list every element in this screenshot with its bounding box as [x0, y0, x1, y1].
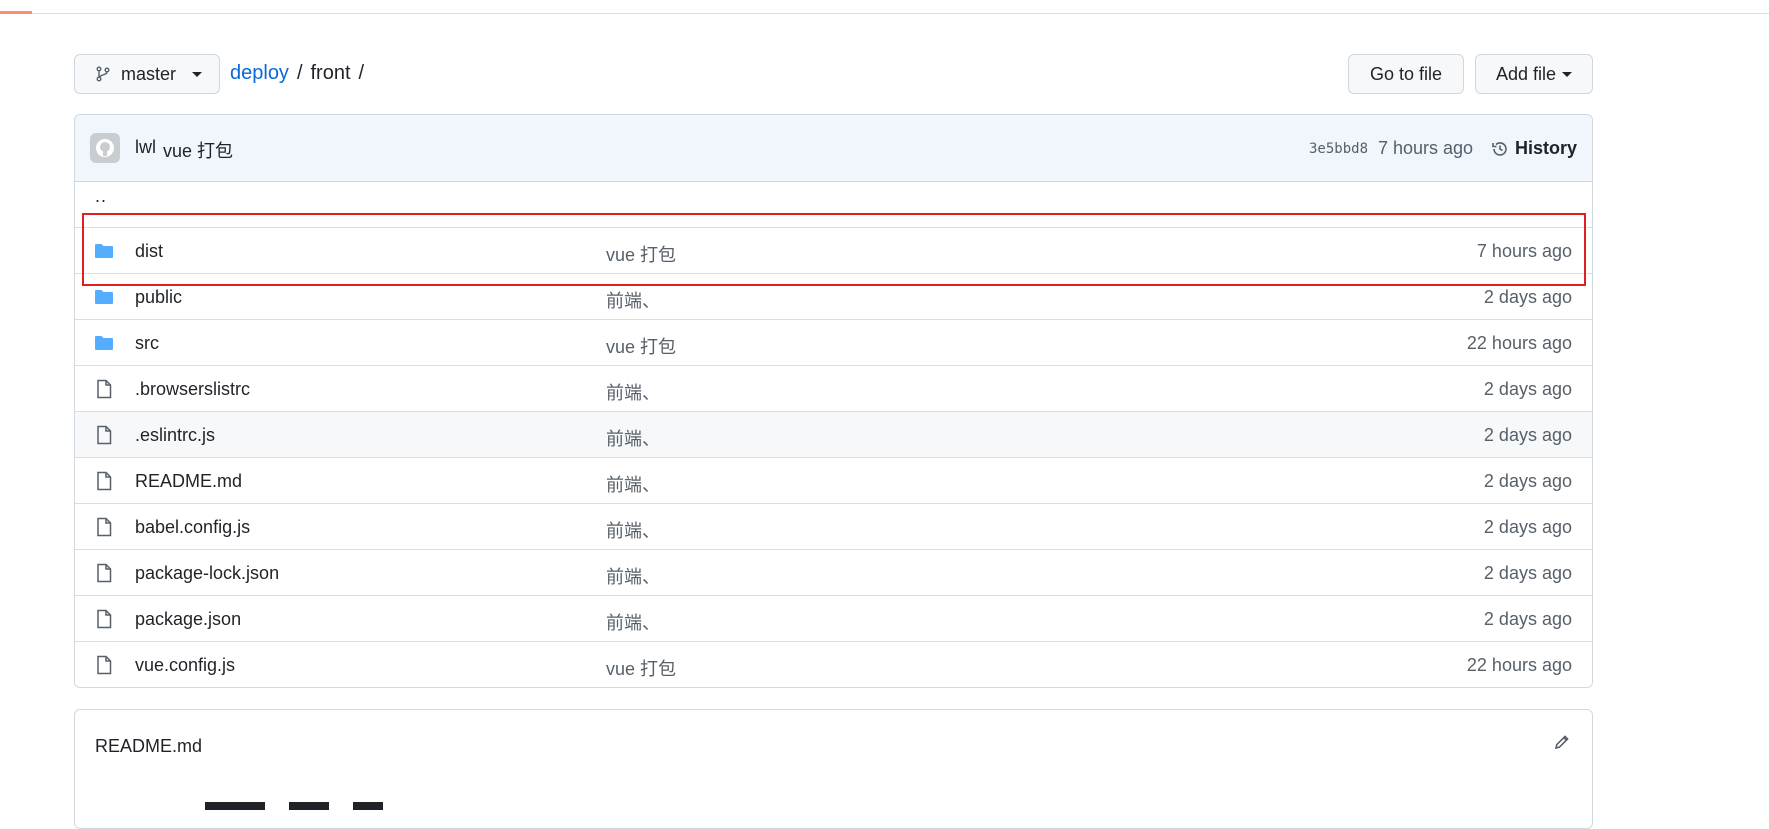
history-clock-icon [1492, 141, 1507, 156]
go-to-file-button[interactable]: Go to file [1348, 54, 1464, 94]
breadcrumb-separator: / [358, 62, 365, 84]
avatar[interactable] [90, 133, 120, 163]
file-commit-message-link[interactable]: 前端、 [606, 379, 660, 405]
folder-icon [93, 240, 115, 262]
go-to-file-label: Go to file [1369, 63, 1443, 84]
history-label: History [1515, 138, 1578, 158]
history-link[interactable]: History [1491, 138, 1577, 159]
file-commit-message-link[interactable]: 前端、 [606, 471, 660, 497]
active-tab-underline [0, 11, 32, 14]
file-name-link[interactable]: dist [135, 241, 163, 262]
branch-name: master [121, 63, 177, 84]
readme-heading-partial [205, 792, 625, 812]
file-icon [93, 424, 115, 446]
file-name-link[interactable]: public [135, 287, 182, 308]
commit-sha-link[interactable]: 3e5bbd8 [1309, 141, 1368, 157]
file-row[interactable]: .eslintrc.js 前端、 2 days ago [75, 412, 1592, 458]
file-name-link[interactable]: vue.config.js [135, 655, 235, 676]
file-name-link[interactable]: package.json [135, 609, 241, 630]
git-branch-icon [96, 66, 110, 82]
top-nav-bar [0, 0, 1769, 14]
file-name-link[interactable]: .browserslistrc [135, 379, 250, 400]
github-avatar-icon [96, 139, 114, 157]
parent-directory-link[interactable]: .. [95, 186, 107, 207]
file-row[interactable]: src vue 打包 22 hours ago [75, 320, 1592, 366]
commit-message-link[interactable]: vue 打包 [163, 137, 233, 163]
file-row[interactable]: dist vue 打包 7 hours ago [75, 228, 1592, 274]
file-commit-age: 2 days ago [1483, 609, 1572, 629]
file-list: dist vue 打包 7 hours ago public 前端、 2 days ago… [75, 228, 1592, 687]
chevron-down-icon [192, 71, 203, 77]
pencil-icon[interactable] [1553, 733, 1571, 751]
file-name-link[interactable]: package-lock.json [135, 563, 279, 584]
commit-time: 7 hours ago [1378, 138, 1474, 158]
file-row[interactable]: .browserslistrc 前端、 2 days ago [75, 366, 1592, 412]
file-name-link[interactable]: README.md [135, 471, 242, 492]
file-commit-age: 2 days ago [1483, 379, 1572, 399]
file-commit-age: 2 days ago [1483, 471, 1572, 491]
file-name-link[interactable]: src [135, 333, 159, 354]
file-icon [93, 562, 115, 584]
file-icon [93, 608, 115, 630]
folder-icon [93, 332, 115, 354]
file-icon [93, 378, 115, 400]
file-commit-message-link[interactable]: 前端、 [606, 609, 660, 635]
chevron-down-icon [1562, 71, 1573, 77]
file-name-link[interactable]: .eslintrc.js [135, 425, 215, 446]
folder-icon [93, 286, 115, 308]
breadcrumb-repo-link[interactable]: deploy [230, 62, 289, 85]
file-row[interactable]: package.json 前端、 2 days ago [75, 596, 1592, 642]
latest-commit-bar: lwl vue 打包 3e5bbd8 7 hours ago History [75, 115, 1592, 182]
file-commit-age: 22 hours ago [1466, 655, 1572, 675]
file-commit-message-link[interactable]: 前端、 [606, 563, 660, 589]
file-commit-age: 22 hours ago [1466, 333, 1572, 353]
file-commit-message-link[interactable]: vue 打包 [606, 241, 676, 267]
file-row[interactable]: vue.config.js vue 打包 22 hours ago [75, 642, 1592, 687]
parent-directory-row[interactable]: .. [75, 182, 1592, 228]
file-commit-age: 2 days ago [1483, 287, 1572, 307]
file-commit-age: 2 days ago [1483, 425, 1572, 445]
file-commit-message-link[interactable]: vue 打包 [606, 333, 676, 359]
file-commit-message-link[interactable]: vue 打包 [606, 655, 676, 681]
commit-author-link[interactable]: lwl [135, 137, 156, 158]
file-row[interactable]: README.md 前端、 2 days ago [75, 458, 1592, 504]
file-icon [93, 470, 115, 492]
file-row[interactable]: package-lock.json 前端、 2 days ago [75, 550, 1592, 596]
file-commit-age: 2 days ago [1483, 517, 1572, 537]
file-icon [93, 654, 115, 676]
file-name-link[interactable]: babel.config.js [135, 517, 250, 538]
breadcrumb-current-dir: front [310, 62, 351, 84]
file-commit-message-link[interactable]: 前端、 [606, 287, 660, 313]
file-commit-message-link[interactable]: 前端、 [606, 517, 660, 543]
readme-panel: README.md [74, 709, 1593, 829]
breadcrumb: deploy / front / [230, 62, 364, 85]
file-commit-age: 7 hours ago [1476, 241, 1572, 261]
branch-selector-button[interactable]: master [74, 54, 220, 94]
add-file-button[interactable]: Add file [1475, 54, 1593, 94]
add-file-label: Add file [1495, 63, 1557, 84]
breadcrumb-separator: / [296, 62, 303, 84]
file-browser: lwl vue 打包 3e5bbd8 7 hours ago History .… [74, 114, 1593, 688]
file-commit-message-link[interactable]: 前端、 [606, 425, 660, 451]
file-row[interactable]: public 前端、 2 days ago [75, 274, 1592, 320]
readme-title[interactable]: README.md [95, 736, 202, 757]
file-icon [93, 516, 115, 538]
file-commit-age: 2 days ago [1483, 563, 1572, 583]
file-row[interactable]: babel.config.js 前端、 2 days ago [75, 504, 1592, 550]
